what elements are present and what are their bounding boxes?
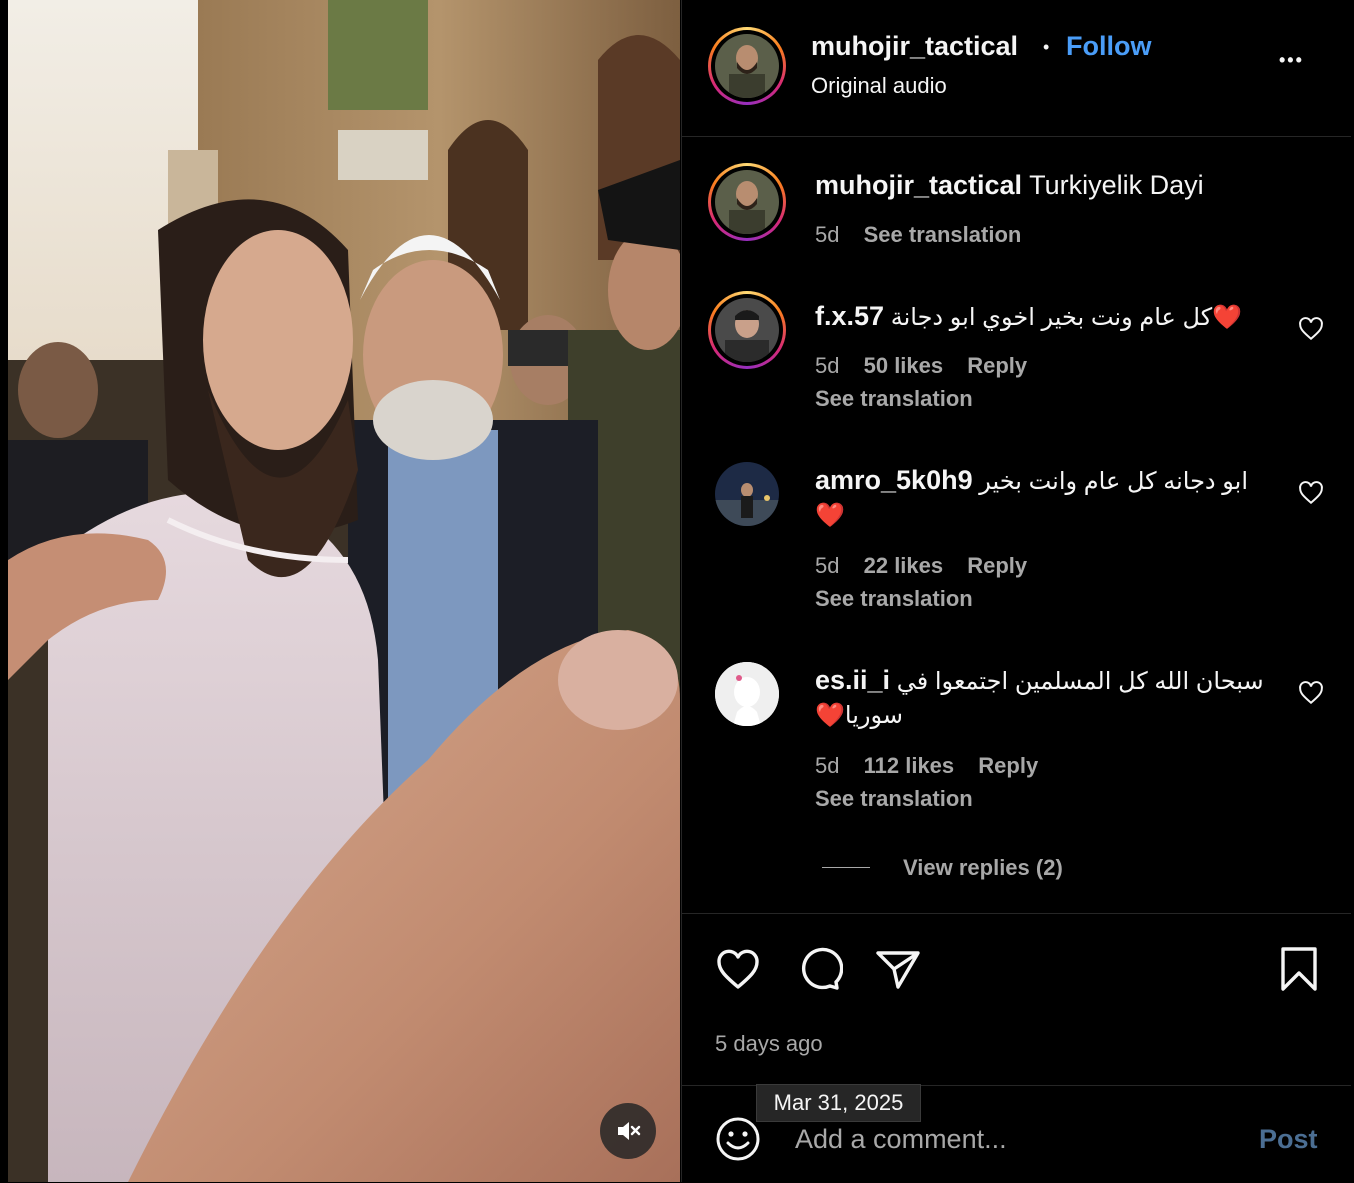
avatar-image — [715, 462, 779, 526]
comment-text: سبحان الله كل المسلمين اجتمعوا في — [896, 668, 1264, 695]
caption-avatar[interactable] — [708, 163, 786, 241]
dot-separator: • — [1043, 37, 1050, 57]
comment-like-icon[interactable] — [1298, 316, 1324, 342]
post-video[interactable] — [8, 0, 680, 1182]
paper-plane-icon[interactable] — [874, 945, 922, 993]
post-comment-button[interactable]: Post — [1259, 1124, 1318, 1155]
audio-link[interactable]: Original audio — [811, 73, 947, 99]
comment-reply-button[interactable]: Reply — [967, 553, 1027, 578]
comment-reply-button[interactable]: Reply — [967, 353, 1027, 378]
author-username[interactable]: muhojir_tactical — [811, 31, 1018, 62]
caption-age: 5d — [815, 222, 840, 247]
comment-bubble-icon[interactable] — [795, 945, 843, 993]
comment-text: ابو دجانه كل عام وانت بخير — [979, 468, 1249, 495]
comment-age: 5d — [815, 353, 840, 378]
comment-like-icon[interactable] — [1298, 680, 1324, 706]
emoji-icon[interactable] — [714, 1115, 762, 1163]
comment-username[interactable]: es.ii_i — [815, 665, 890, 695]
comment-age: 5d — [815, 553, 840, 578]
comment-text-emoji: ❤️ — [815, 502, 845, 529]
comment-input[interactable]: Add a comment... — [795, 1124, 1007, 1155]
replies-divider — [822, 867, 870, 868]
comment-avatar[interactable] — [715, 662, 779, 726]
comment-text: كل عام ونت بخير اخوي ابو دجانة❤️ — [890, 304, 1243, 331]
follow-button[interactable]: Follow — [1066, 31, 1151, 62]
comment-likes[interactable]: 112 likes — [864, 753, 955, 778]
view-replies-button[interactable]: View replies (2) — [903, 855, 1063, 881]
comment-age: 5d — [815, 753, 840, 778]
post-header: muhojir_tactical • Follow Original audio… — [682, 0, 1351, 137]
comment-text-line2: ❤️سوريا — [815, 702, 903, 729]
caption-see-translation[interactable]: See translation — [864, 222, 1022, 247]
video-frame — [8, 0, 680, 1182]
heart-icon[interactable] — [714, 945, 762, 993]
comment-username[interactable]: amro_5k0h9 — [815, 465, 973, 495]
comment-see-translation[interactable]: See translation — [815, 586, 973, 612]
comment-avatar[interactable] — [715, 462, 779, 526]
caption-text: Turkiyelik Dayi — [1029, 170, 1204, 200]
comment-see-translation[interactable]: See translation — [815, 386, 973, 412]
comment-username[interactable]: f.x.57 — [815, 301, 884, 331]
bookmark-icon[interactable] — [1275, 945, 1323, 993]
more-options-button[interactable]: ••• — [1279, 50, 1304, 71]
action-bar: 5 days ago — [682, 913, 1351, 1086]
caption-username[interactable]: muhojir_tactical — [815, 170, 1022, 200]
comment-avatar[interactable] — [708, 291, 786, 369]
comment-likes[interactable]: 22 likes — [864, 553, 944, 578]
comment-reply-button[interactable]: Reply — [978, 753, 1038, 778]
post-timestamp: 5 days ago — [715, 1031, 823, 1056]
comment-likes[interactable]: 50 likes — [864, 353, 944, 378]
speaker-muted-icon — [618, 1122, 641, 1140]
date-tooltip: Mar 31, 2025 — [756, 1084, 921, 1122]
avatar-image — [715, 662, 779, 726]
author-avatar[interactable] — [708, 27, 786, 105]
comment-see-translation[interactable]: See translation — [815, 786, 973, 812]
avatar-image — [715, 34, 779, 98]
mute-button[interactable] — [600, 1103, 656, 1159]
avatar-image — [715, 170, 779, 234]
avatar-image — [715, 298, 779, 362]
post-panel: muhojir_tactical • Follow Original audio… — [681, 0, 1351, 1182]
comment-like-icon[interactable] — [1298, 480, 1324, 506]
